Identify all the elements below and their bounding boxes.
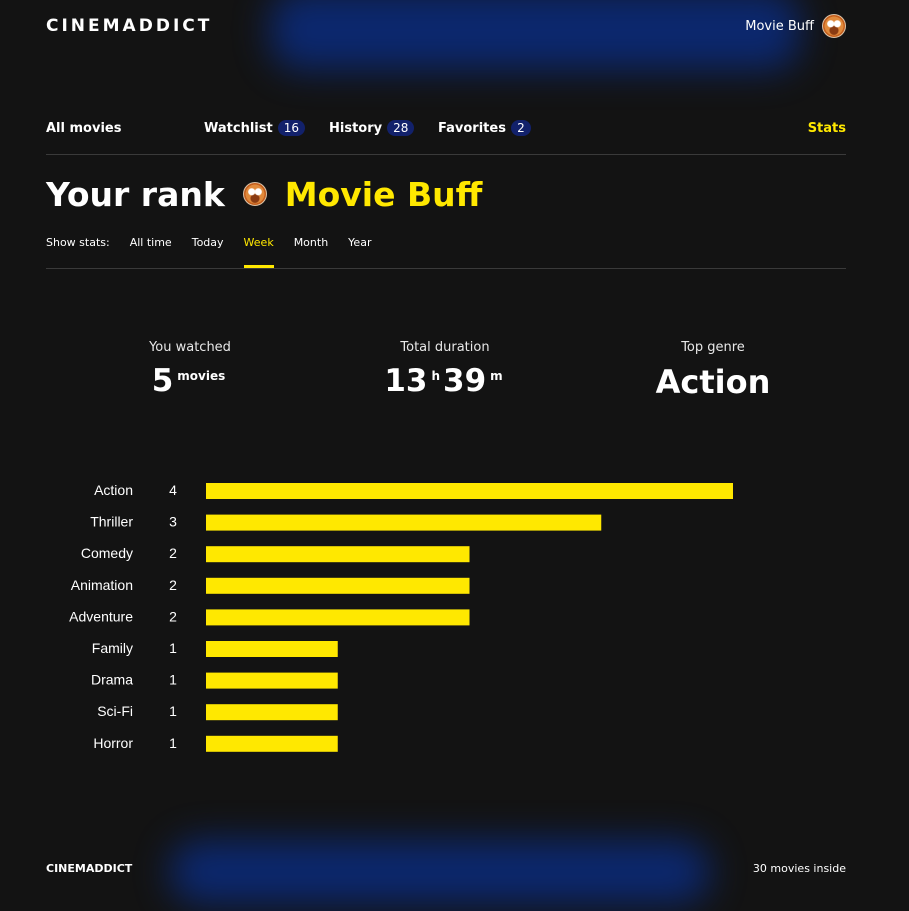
watchlist-count-badge: 16 bbox=[277, 120, 305, 136]
genre-bar bbox=[206, 514, 602, 531]
genre-bar bbox=[206, 577, 470, 594]
genre-label: Thriller bbox=[90, 514, 133, 530]
genre-bar bbox=[206, 641, 338, 657]
genre-count-label: 2 bbox=[169, 577, 177, 593]
genre-count-label: 2 bbox=[169, 545, 177, 561]
watched-label: You watched bbox=[149, 340, 231, 355]
duration-hours-unit: h bbox=[431, 369, 441, 383]
nav-stats-label: Stats bbox=[807, 120, 846, 136]
genre-count-label: 1 bbox=[169, 672, 177, 688]
nav-divider bbox=[46, 154, 846, 155]
watched-unit: movies bbox=[177, 369, 226, 383]
logo[interactable]: CINEMADDICT bbox=[46, 16, 212, 36]
nav-all-movies[interactable]: All movies bbox=[46, 116, 121, 140]
stat-watched: You watched 5 movies bbox=[115, 340, 265, 399]
watched-value: 5 bbox=[151, 363, 174, 399]
nav-history-label: History bbox=[329, 120, 383, 136]
genre-label: Comedy bbox=[81, 545, 133, 561]
user-avatar-icon bbox=[822, 14, 846, 38]
genre-label: Sci-Fi bbox=[97, 703, 133, 719]
filter-year[interactable]: Year bbox=[348, 236, 371, 249]
genre-bar bbox=[206, 672, 338, 689]
filter-label: Show stats: bbox=[46, 235, 110, 249]
footer-logo: CINEMADDICT bbox=[46, 861, 133, 875]
duration-label: Total duration bbox=[400, 340, 490, 355]
nav-favorites-label: Favorites bbox=[438, 120, 506, 136]
duration-value-row: 13 h 39 m bbox=[365, 363, 525, 399]
favorites-count-badge: 2 bbox=[510, 120, 531, 136]
filter-divider bbox=[46, 268, 846, 269]
nav-watchlist-label: Watchlist bbox=[204, 120, 273, 136]
filter-today[interactable]: Today bbox=[192, 236, 224, 249]
genre-bar-chart: Action 4 Thriller 3 Comedy 2 Animation 2 Adventu… bbox=[69, 482, 733, 752]
genre-bar bbox=[206, 735, 338, 752]
stats-filter: Show stats: All time Today Week Month Ye… bbox=[46, 232, 391, 268]
profile[interactable]: Movie Buff bbox=[745, 14, 846, 38]
nav-stats[interactable]: Stats bbox=[808, 116, 846, 140]
user-rank: Your rank Movie Buff bbox=[46, 172, 482, 216]
rank-avatar-icon bbox=[242, 182, 267, 206]
genre-count-label: 1 bbox=[169, 640, 177, 656]
nav-all-movies-label: All movies bbox=[46, 120, 122, 136]
watched-value-row: 5 movies bbox=[115, 363, 265, 399]
nav-favorites[interactable]: Favorites 2 bbox=[438, 116, 531, 140]
profile-name: Movie Buff bbox=[745, 18, 814, 34]
rank-label: Your rank bbox=[46, 174, 225, 214]
genre-count-label: 3 bbox=[169, 514, 177, 530]
genre-bar bbox=[206, 609, 470, 626]
top-genre-value: Action bbox=[655, 363, 771, 401]
filter-week[interactable]: Week bbox=[243, 236, 274, 268]
history-count-badge: 28 bbox=[387, 120, 415, 136]
genre-label: Drama bbox=[91, 672, 133, 688]
header: CINEMADDICT Movie Buff bbox=[46, 12, 846, 40]
nav-watchlist[interactable]: Watchlist 16 bbox=[204, 116, 305, 140]
genre-count-label: 4 bbox=[169, 482, 177, 498]
genre-count-label: 1 bbox=[169, 735, 177, 751]
filter-all-time[interactable]: All time bbox=[130, 236, 172, 249]
duration-minutes-unit: m bbox=[490, 369, 503, 383]
genre-bar bbox=[206, 483, 733, 499]
top-genre-label: Top genre bbox=[681, 340, 745, 355]
main-navigation: All movies Watchlist 16 History 28 Favor… bbox=[46, 116, 846, 140]
movies-count: 30 movies inside bbox=[752, 861, 846, 875]
rank-name: Movie Buff bbox=[284, 174, 483, 214]
genre-label: Horror bbox=[93, 735, 133, 751]
genre-label: Adventure bbox=[69, 608, 133, 624]
genre-count-label: 1 bbox=[169, 703, 177, 719]
stat-top-genre: Top genre Action bbox=[633, 340, 793, 401]
genre-label: Action bbox=[94, 482, 133, 498]
duration-hours: 13 bbox=[384, 363, 428, 399]
genre-label: Animation bbox=[71, 577, 133, 593]
genre-count-label: 2 bbox=[169, 608, 177, 624]
genre-bar bbox=[206, 546, 470, 563]
filter-month[interactable]: Month bbox=[294, 236, 328, 249]
footer: CINEMADDICT 30 movies inside bbox=[46, 858, 846, 878]
duration-minutes: 39 bbox=[443, 363, 487, 399]
nav-history[interactable]: History 28 bbox=[329, 116, 415, 140]
genre-label: Family bbox=[92, 640, 133, 656]
stat-duration: Total duration 13 h 39 m bbox=[365, 340, 525, 399]
genre-bar bbox=[206, 704, 338, 721]
